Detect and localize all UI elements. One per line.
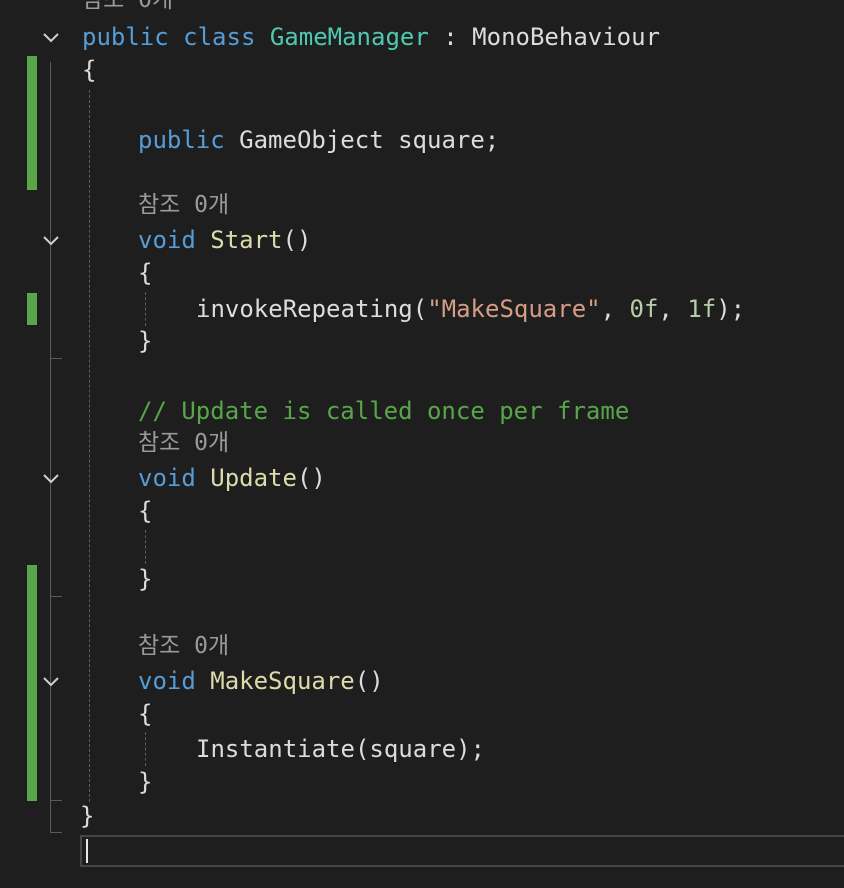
indent-guide — [145, 530, 146, 564]
call-name: invokeRepeating — [196, 295, 413, 323]
outline-guide — [50, 62, 51, 832]
string-literal: "MakeSquare" — [427, 295, 601, 323]
outline-guide — [50, 358, 62, 359]
number-literal: 0f — [629, 295, 659, 323]
keyword: class — [183, 23, 256, 51]
keyword: void — [138, 464, 196, 492]
change-indicator — [27, 293, 37, 325]
code-editor[interactable]: 참조 0개 public class GameManager : MonoBeh… — [0, 0, 844, 888]
code-line-brace: } — [80, 802, 95, 830]
outline-guide — [50, 800, 62, 801]
code-line-method-makesquare: void MakeSquare() — [138, 664, 384, 698]
outline-guide — [50, 832, 62, 833]
text-caret — [86, 839, 88, 863]
codelens-references[interactable]: 참조 0개 — [138, 629, 229, 663]
codelens-references[interactable]: 참조 0개 — [138, 188, 229, 222]
class-name: GameManager — [269, 23, 429, 51]
code-line-brace: { — [138, 259, 153, 287]
keyword: void — [138, 667, 196, 695]
field-type: GameObject — [239, 126, 384, 154]
code-line-field: public GameObject square; — [138, 123, 499, 157]
code-line-instantiate: Instantiate(square); — [196, 735, 485, 763]
method-name: Start — [210, 226, 283, 254]
code-line-method-start: void Start() — [138, 223, 311, 257]
code-line-brace: { — [82, 56, 97, 84]
outline-guide — [50, 596, 62, 597]
code-line-brace: { — [138, 497, 153, 525]
code-line-method-update: void Update() — [138, 461, 326, 495]
chevron-down-icon[interactable] — [40, 467, 62, 489]
codelens-references[interactable]: 참조 0개 — [82, 0, 173, 17]
chevron-down-icon[interactable] — [40, 26, 62, 48]
current-line-highlight[interactable] — [80, 835, 844, 867]
method-name: Update — [210, 464, 297, 492]
separator: , — [658, 295, 688, 323]
change-indicator — [27, 565, 37, 801]
parens: () — [296, 464, 326, 492]
change-indicator — [27, 56, 37, 190]
chevron-down-icon[interactable] — [40, 670, 62, 692]
paren: ( — [412, 295, 428, 323]
indent-guide — [89, 90, 90, 802]
code-line-brace: { — [138, 700, 153, 728]
code-line-invoke-repeating: invokeRepeating("MakeSquare", 0f, 1f); — [196, 292, 745, 326]
number-literal: 1f — [687, 295, 717, 323]
keyword: public — [138, 126, 225, 154]
code-line-brace: } — [138, 327, 153, 355]
colon: : — [428, 23, 473, 51]
code-line-class-declaration: public class GameManager : MonoBehaviour — [82, 20, 660, 54]
code-line-brace: } — [138, 768, 153, 796]
indent-guide — [145, 292, 146, 326]
parens: () — [354, 667, 384, 695]
parens: () — [282, 226, 312, 254]
indent-guide — [145, 732, 146, 766]
keyword: void — [138, 226, 196, 254]
paren: ); — [716, 295, 746, 323]
chevron-down-icon[interactable] — [40, 229, 62, 251]
keyword: public — [82, 23, 169, 51]
method-name: MakeSquare — [210, 667, 355, 695]
codelens-references[interactable]: 참조 0개 — [138, 426, 229, 460]
base-class: MonoBehaviour — [472, 23, 661, 51]
field-name: square; — [383, 126, 500, 154]
separator: , — [600, 295, 630, 323]
code-line-brace: } — [138, 565, 153, 593]
code-comment: // Update is called once per frame — [138, 397, 630, 425]
